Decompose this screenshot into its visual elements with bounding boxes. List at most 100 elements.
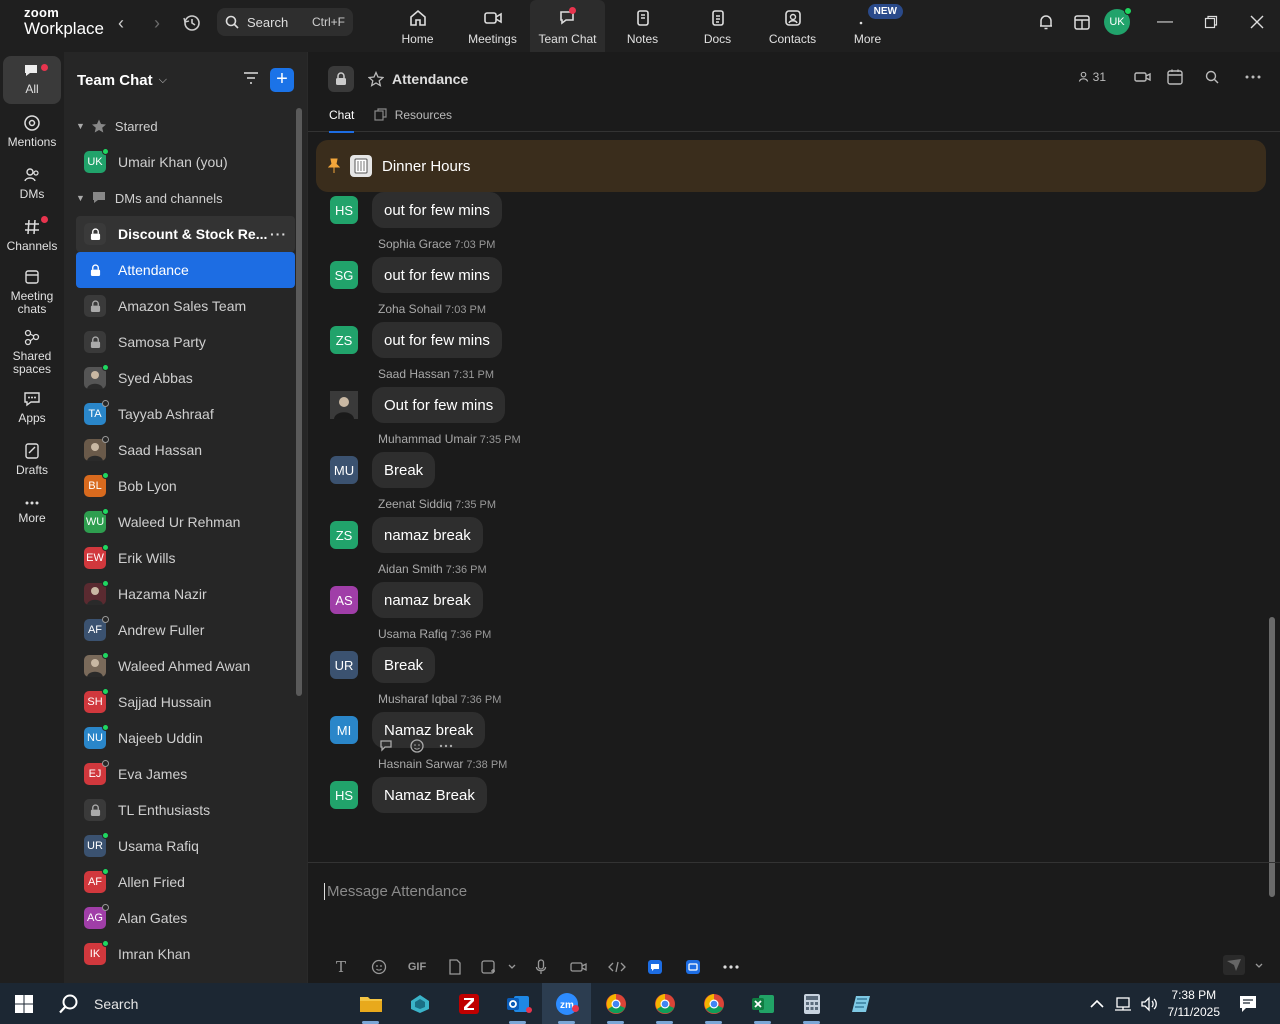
nav-contacts[interactable]: Contacts bbox=[755, 0, 830, 52]
attach-file-icon[interactable] bbox=[436, 955, 474, 979]
sender-name[interactable]: Zeenat Siddiq bbox=[378, 497, 452, 511]
sender-name[interactable]: Aidan Smith bbox=[378, 562, 443, 576]
nav-team-chat[interactable]: Team Chat bbox=[530, 0, 605, 52]
message-avatar[interactable]: MI bbox=[330, 716, 358, 744]
message-avatar[interactable]: MU bbox=[330, 456, 358, 484]
chevron-down-icon[interactable] bbox=[502, 955, 522, 979]
message-bubble[interactable]: out for few mins bbox=[372, 322, 502, 358]
chat-list-scrollbar[interactable] bbox=[296, 108, 302, 696]
gif-button[interactable]: GIF bbox=[398, 955, 436, 979]
tab-resources[interactable]: Resources bbox=[374, 106, 452, 132]
bell-icon[interactable] bbox=[1028, 4, 1064, 40]
sender-name[interactable]: Saad Hassan bbox=[378, 367, 450, 381]
dm-row[interactable]: IK Imran Khan bbox=[76, 936, 295, 972]
dm-row[interactable]: AG Alan Gates bbox=[76, 900, 295, 936]
chrome-icon-3[interactable] bbox=[689, 983, 738, 1024]
message-avatar[interactable]: HS bbox=[330, 781, 358, 809]
sender-name[interactable]: Usama Rafiq bbox=[378, 627, 447, 641]
dm-row[interactable]: BL Bob Lyon bbox=[76, 468, 295, 504]
tray-chevron-up-icon[interactable] bbox=[1089, 999, 1104, 1009]
message-scrollbar[interactable] bbox=[1269, 617, 1275, 897]
sender-name[interactable]: Zoha Sohail bbox=[378, 302, 442, 316]
channel-row[interactable]: Samosa Party bbox=[76, 324, 295, 360]
windows-start-icon[interactable] bbox=[14, 994, 34, 1019]
message-item[interactable]: UR Usama Rafiq 7:36 PM Break bbox=[308, 625, 1268, 690]
app-blue-icon-2[interactable] bbox=[674, 955, 712, 979]
message-avatar[interactable]: HS bbox=[330, 196, 358, 224]
rail-channels[interactable]: Channels bbox=[3, 212, 61, 260]
notification-center-icon[interactable] bbox=[1238, 994, 1258, 1014]
message-bubble[interactable]: Out for few mins bbox=[372, 387, 506, 423]
dm-row[interactable]: TA Tayyab Ashraaf bbox=[76, 396, 295, 432]
close-button[interactable] bbox=[1234, 0, 1280, 44]
excel-icon[interactable] bbox=[738, 983, 787, 1024]
message-bubble[interactable]: Break bbox=[372, 647, 436, 683]
message-item[interactable]: MU Muhammad Umair 7:35 PM Break bbox=[308, 430, 1268, 495]
nav-more[interactable]: NEW More bbox=[830, 0, 905, 52]
calendar-icon[interactable] bbox=[1166, 68, 1184, 86]
search-input[interactable]: Search Ctrl+F bbox=[217, 8, 353, 36]
taskbar-clock[interactable]: 7:38 PM 7/11/2025 bbox=[1168, 987, 1221, 1021]
message-bubble[interactable]: out for few mins bbox=[372, 257, 502, 293]
back-arrow-icon[interactable]: ‹ bbox=[109, 12, 133, 34]
row-more-icon[interactable]: ··· bbox=[270, 226, 287, 242]
message-bubble[interactable]: namaz break bbox=[372, 517, 483, 553]
channel-row[interactable]: TL Enthusiasts bbox=[76, 792, 295, 828]
microphone-icon[interactable] bbox=[522, 955, 560, 979]
rail-apps[interactable]: Apps bbox=[3, 384, 61, 432]
channel-row[interactable]: Discount & Stock Re... ··· bbox=[76, 216, 295, 252]
video-message-icon[interactable] bbox=[560, 955, 598, 979]
dm-row[interactable]: UR Usama Rafiq bbox=[76, 828, 295, 864]
message-avatar[interactable]: AS bbox=[330, 586, 358, 614]
pinned-message-banner[interactable]: Dinner Hours bbox=[316, 140, 1266, 192]
message-bubble[interactable]: Namaz Break bbox=[372, 777, 487, 813]
message-input[interactable]: Message Attendance bbox=[324, 883, 467, 900]
send-button[interactable] bbox=[1223, 955, 1245, 977]
chevron-down-icon[interactable]: ⌵ bbox=[159, 74, 167, 87]
dm-row[interactable]: Syed Abbas bbox=[76, 360, 295, 396]
message-item[interactable]: Saad Hassan 7:31 PM Out for few mins bbox=[308, 365, 1268, 430]
dm-row[interactable]: NU Najeeb Uddin bbox=[76, 720, 295, 756]
app-blue-icon-1[interactable] bbox=[636, 955, 674, 979]
outlook-icon[interactable] bbox=[493, 983, 542, 1024]
message-bubble[interactable]: out for few mins bbox=[372, 192, 502, 228]
nav-meetings[interactable]: Meetings bbox=[455, 0, 530, 52]
dms-section-header[interactable]: ▼ DMs and channels bbox=[64, 180, 307, 216]
add-reaction-icon[interactable] bbox=[409, 738, 425, 754]
dm-row[interactable]: AF Andrew Fuller bbox=[76, 612, 295, 648]
zoom-taskbar-icon[interactable]: zm bbox=[542, 983, 591, 1024]
message-bubble[interactable]: namaz break bbox=[372, 582, 483, 618]
file-explorer-icon[interactable] bbox=[346, 983, 395, 1024]
message-bubble[interactable]: Break bbox=[372, 452, 436, 488]
rail-dms[interactable]: DMs bbox=[3, 160, 61, 208]
rail-mentions[interactable]: Mentions bbox=[3, 108, 61, 156]
new-chat-button[interactable]: + bbox=[270, 68, 294, 92]
calendar-app-icon[interactable] bbox=[1064, 4, 1100, 40]
rail-all[interactable]: All bbox=[3, 56, 61, 104]
more-tools-icon[interactable] bbox=[712, 955, 750, 979]
sender-name[interactable]: Hasnain Sarwar bbox=[378, 757, 463, 771]
rail-more[interactable]: More bbox=[3, 488, 61, 536]
nav-notes[interactable]: Notes bbox=[605, 0, 680, 52]
dm-row[interactable]: SH Sajjad Hussain bbox=[76, 684, 295, 720]
more-options-icon[interactable] bbox=[1244, 74, 1262, 80]
dm-row[interactable]: WU Waleed Ur Rehman bbox=[76, 504, 295, 540]
volume-icon[interactable] bbox=[1140, 995, 1158, 1012]
starred-section-header[interactable]: ▼ Starred bbox=[64, 108, 307, 144]
message-item[interactable]: ZS Zoha Sohail 7:03 PM out for few mins bbox=[308, 300, 1268, 365]
history-icon[interactable] bbox=[181, 12, 205, 36]
text-format-icon[interactable]: T bbox=[322, 955, 360, 979]
profile-avatar[interactable]: UK bbox=[1104, 7, 1132, 35]
filter-icon[interactable] bbox=[242, 70, 260, 86]
channel-title[interactable]: Attendance bbox=[392, 71, 468, 87]
sender-name[interactable]: Sophia Grace bbox=[378, 237, 451, 251]
dm-row[interactable]: Waleed Ahmed Awan bbox=[76, 648, 295, 684]
taskbar-search[interactable]: Search bbox=[58, 991, 138, 1017]
rail-shared-spaces[interactable]: Shared spaces bbox=[3, 324, 61, 380]
screenshot-icon[interactable] bbox=[474, 955, 502, 979]
code-snippet-icon[interactable] bbox=[598, 955, 636, 979]
message-item[interactable]: AS Aidan Smith 7:36 PM namaz break bbox=[308, 560, 1268, 625]
dm-row[interactable]: EW Erik Wills bbox=[76, 540, 295, 576]
message-avatar[interactable]: ZS bbox=[330, 521, 358, 549]
calculator-icon[interactable] bbox=[787, 983, 836, 1024]
